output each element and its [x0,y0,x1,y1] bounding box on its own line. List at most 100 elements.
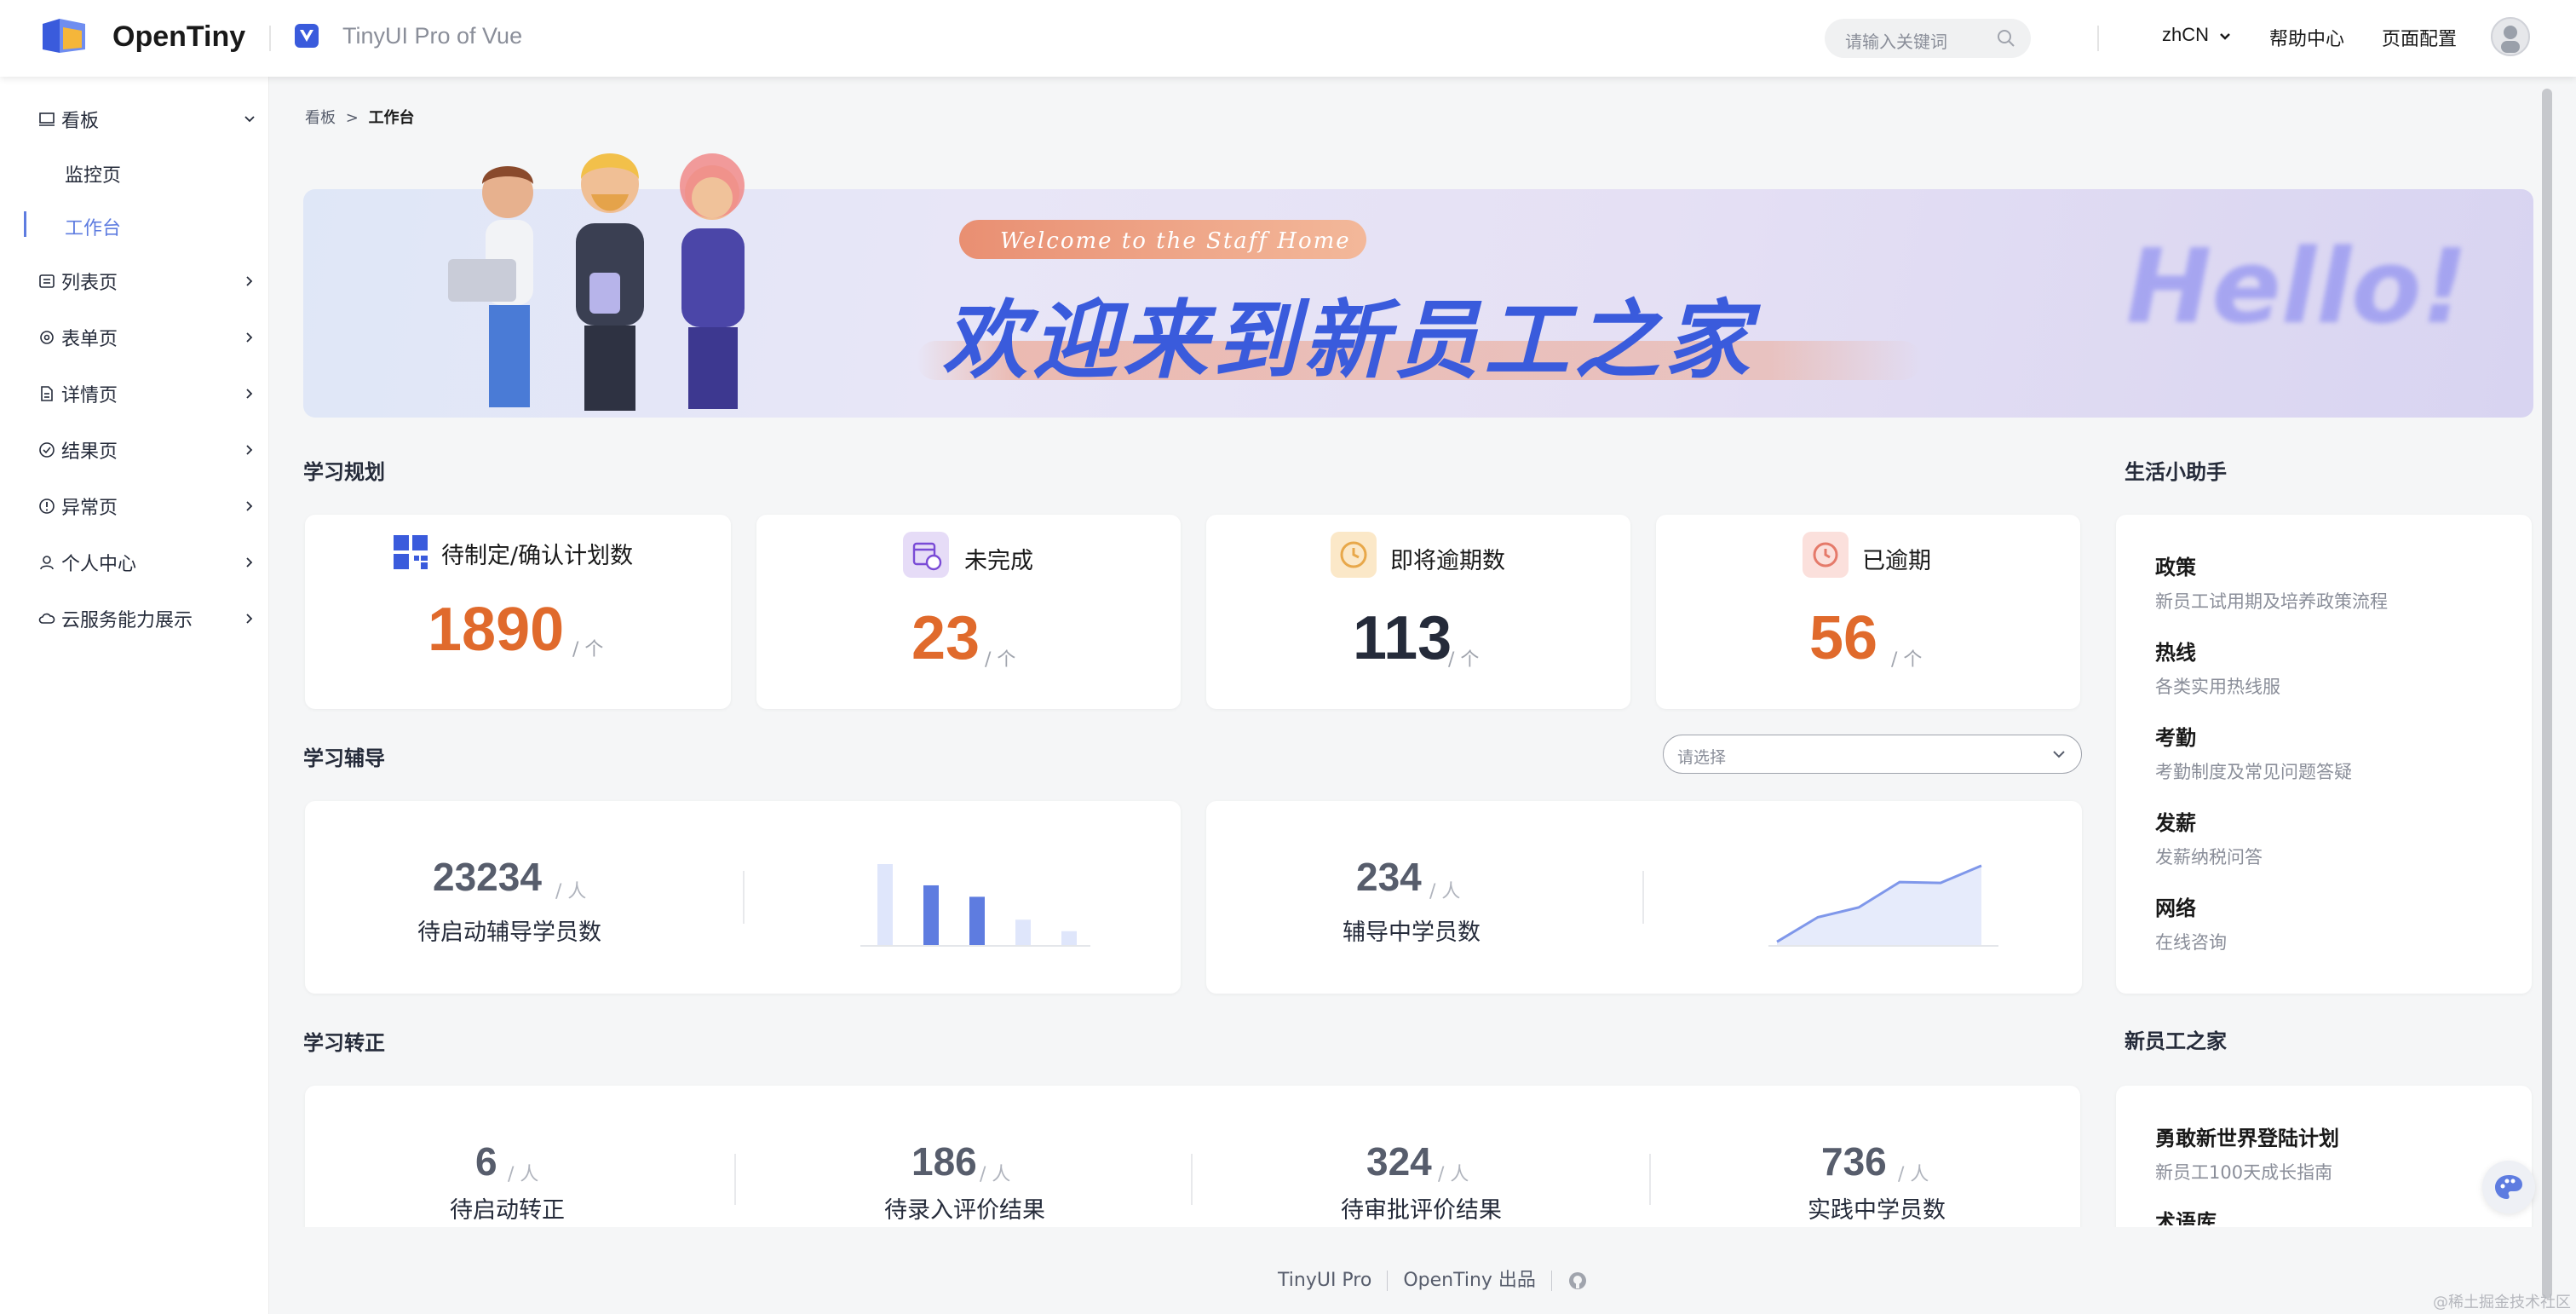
staff-home-item-title: 术语库 [2155,1210,2217,1225]
document-icon [41,386,53,401]
sidebar: 看板 监控页 工作台 列表页 表单页 详情页 结果页 异常页 个人中心 云服务能… [0,77,269,1314]
language-selector[interactable]: zhCN [2162,24,2231,46]
search-icon[interactable] [1997,29,2015,48]
hello-decoration: Hello! [2126,228,2469,347]
regularization-value: 324 [1366,1139,1432,1184]
sidebar-item-dashboard[interactable]: 看板 [0,97,269,141]
grid-icon [394,535,428,569]
life-helper-card [2116,515,2532,994]
stat-card-due-soon[interactable]: 即将逾期数 113 / 个 [1206,515,1630,709]
chevron-right-icon [246,557,253,568]
banner-title: 欢迎来到新员工之家 [942,291,1755,390]
breadcrumb: 看板 > 工作台 [305,106,415,128]
stat-value: 23 [911,604,980,672]
section-title-learning-plan: 学习规划 [303,460,385,484]
footer-divider [1550,1271,1552,1291]
theme-palette-button[interactable] [2482,1161,2535,1213]
cloud-icon [38,613,55,624]
page-scrollbar[interactable] [2542,89,2552,1299]
stat-card-pending-plans[interactable]: 待制定/确认计划数 1890 / 个 [305,515,731,709]
regularization-unit: / 人 [980,1164,1011,1185]
breadcrumb-root[interactable]: 看板 [305,109,336,127]
tutoring-bar [877,864,893,946]
tutoring-select[interactable]: 请选择 [1663,735,2082,774]
stat-card-overdue[interactable]: 已逾期 56 / 个 [1656,515,2080,709]
welcome-subtitle: Welcome to the Staff Home [1000,228,1351,254]
chevron-right-icon [246,389,253,399]
card-divider [1191,1154,1193,1205]
brand-name[interactable]: OpenTiny [112,20,245,54]
sidebar-item-form[interactable]: 表单页 [0,315,269,360]
stat-value: 113 [1353,604,1452,672]
tutoring-card-pending[interactable]: 23234 / 人 待启动辅导学员数 [305,801,1181,994]
language-label: zhCN [2162,24,2210,45]
github-icon[interactable] [1567,1271,1588,1291]
opentiny-logo-icon[interactable] [39,15,89,56]
sidebar-item-result[interactable]: 结果页 [0,428,269,472]
sidebar-item-profile[interactable]: 个人中心 [0,540,269,585]
stat-unit: / 个 [1891,649,1923,671]
chevron-right-icon [246,614,253,624]
palette-icon [2495,1175,2522,1199]
tutoring-bar [923,885,939,946]
regularization-unit: / 人 [1438,1164,1469,1185]
chevron-down-icon [2053,751,2065,758]
life-item-title: 热线 [2155,641,2196,665]
life-item-title: 发薪 [2155,811,2196,835]
page-config-link[interactable]: 页面配置 [2382,24,2457,51]
sidebar-item-label: 列表页 [61,273,118,294]
sidebar-item-exception[interactable]: 异常页 [0,484,269,528]
tutoring-card-in-progress[interactable]: 234 / 人 辅导中学员数 [1206,801,2082,994]
tutoring-value: 23234 [433,855,542,899]
section-title-life-helper: 生活小助手 [2125,460,2227,484]
sidebar-item-label: 个人中心 [61,554,137,575]
header-divider [2097,26,2099,51]
avatar[interactable] [2491,17,2530,56]
exclamation-circle-icon [39,499,55,514]
tutoring-bar [969,896,985,946]
card-divider [1649,1154,1651,1205]
sidebar-item-label: 异常页 [61,498,118,519]
sub-brand: TinyUI Pro of Vue [342,23,523,49]
life-item-desc: 新员工试用期及培养政策流程 [2155,591,2388,612]
help-center-link[interactable]: 帮助中心 [2269,24,2344,51]
chevron-down-icon [2220,33,2231,40]
search-input[interactable]: 请输入关键词 [1825,19,2031,58]
user-icon [40,556,54,570]
regularization-label: 待启动转正 [450,1197,565,1224]
regularization-value: 186 [911,1139,977,1184]
footer-credit: OpenTiny 出品 [1403,1270,1536,1291]
staff-home-item-glossary[interactable]: 术语库 [2116,1202,2532,1225]
card-divider [1642,871,1644,924]
breadcrumb-separator: > [345,109,359,127]
regularization-value: 6 [475,1139,497,1184]
chevron-right-icon [246,445,253,455]
sidebar-item-label: 详情页 [61,385,118,406]
section-title-regularization: 学习转正 [303,1031,385,1055]
card-divider [743,871,745,924]
sidebar-subitem-workbench[interactable]: 工作台 [0,203,269,247]
regularization-label: 待录入评价结果 [884,1197,1045,1224]
gear-icon [40,331,54,344]
stat-card-unfinished[interactable]: 未完成 23 / 个 [756,515,1181,709]
header-divider [269,26,271,51]
section-title-tutoring: 学习辅导 [303,746,385,770]
chevron-right-icon [246,501,253,511]
regularization-label: 实践中学员数 [1808,1197,1946,1224]
stat-value: 1890 [428,596,565,664]
stat-value: 56 [1809,604,1878,672]
sidebar-item-label: 云服务能力展示 [61,610,193,631]
breadcrumb-current: 工作台 [368,109,415,127]
vue-logo-icon [295,24,319,48]
welcome-banner: Welcome to the Staff Home 欢迎来到新员工之家 Hell… [303,153,2533,418]
sidebar-subitem-monitor[interactable]: 监控页 [0,150,269,194]
sidebar-item-cloud[interactable]: 云服务能力展示 [0,596,269,641]
sidebar-item-detail[interactable]: 详情页 [0,372,269,416]
tutoring-line-chart [1768,864,1998,947]
clock-refresh-icon [1331,532,1377,578]
stat-label: 待制定/确认计划数 [441,543,634,569]
sidebar-item-list[interactable]: 列表页 [0,259,269,303]
sidebar-item-label: 结果页 [61,441,118,463]
list-icon [39,274,55,288]
alarm-clock-icon [1803,532,1849,578]
